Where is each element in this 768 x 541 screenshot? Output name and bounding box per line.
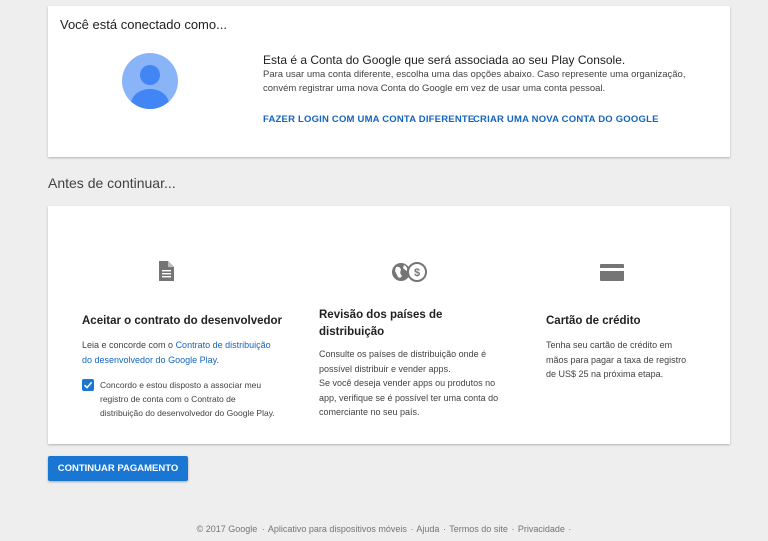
footer-link-mobile-app[interactable]: Aplicativo para dispositivos móveis bbox=[268, 524, 407, 534]
section-title: Antes de continuar... bbox=[48, 175, 176, 191]
checkmark-icon bbox=[83, 381, 93, 389]
countries-text: Consulte os países de distribuição onde … bbox=[319, 349, 499, 417]
credit-card-icon bbox=[600, 264, 624, 286]
account-heading: Você está conectado como... bbox=[60, 17, 227, 32]
agree-checkbox[interactable] bbox=[82, 379, 94, 391]
footer-link-privacy[interactable]: Privacidade bbox=[518, 524, 565, 534]
credit-card-title: Cartão de crédito bbox=[546, 315, 641, 327]
contract-title: Aceitar o contrato do desenvolvedor bbox=[82, 315, 283, 327]
avatar-icon bbox=[122, 53, 178, 109]
account-card: Você está conectado como... Esta é a Con… bbox=[48, 6, 730, 157]
agree-label: Concordo e estou disposto a associar meu… bbox=[100, 380, 275, 418]
account-description: Para usar uma conta diferente, escolha u… bbox=[263, 69, 686, 94]
footer: © 2017 Google · Aplicativo para disposit… bbox=[196, 524, 572, 534]
create-new-account-link[interactable]: CRIAR UMA NOVA CONTA DO GOOGLE bbox=[473, 114, 659, 125]
contract-text: Leia e concorde com o Contrato de distri… bbox=[82, 340, 271, 365]
document-icon bbox=[158, 261, 174, 286]
footer-link-help[interactable]: Ajuda bbox=[416, 524, 439, 534]
countries-title: Revisão dos países de distribuição bbox=[319, 309, 443, 338]
requirements-card: Aceitar o contrato do desenvolvedor Leia… bbox=[48, 206, 730, 444]
account-title: Esta é a Conta do Google que será associ… bbox=[263, 53, 626, 67]
footer-copyright: © 2017 Google bbox=[196, 524, 258, 534]
continue-payment-button[interactable]: CONTINUAR PAGAMENTO bbox=[48, 456, 188, 481]
svg-text:$: $ bbox=[414, 267, 420, 279]
globe-dollar-icon: $ bbox=[391, 261, 429, 288]
footer-link-terms[interactable]: Termos do site bbox=[449, 524, 508, 534]
credit-card-text: Tenha seu cartão de crédito em mãos para… bbox=[546, 340, 687, 379]
login-different-account-link[interactable]: FAZER LOGIN COM UMA CONTA DIFERENTE bbox=[263, 114, 474, 125]
